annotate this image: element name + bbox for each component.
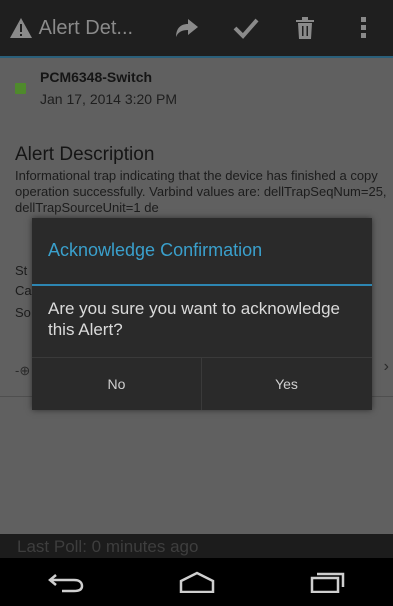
overflow-menu-button[interactable] [334,0,393,56]
no-button[interactable]: No [32,358,201,410]
category-label: Ca [15,283,32,298]
recents-button[interactable] [298,562,358,602]
page-title: Alert Det... [38,16,134,39]
dialog-title-divider [32,284,372,286]
home-button[interactable] [167,562,227,602]
chevron-right-icon[interactable]: › [384,358,389,376]
description-title: Alert Description [15,144,155,165]
warning-icon [8,14,35,42]
acknowledge-button[interactable] [216,0,275,56]
forward-icon [175,19,198,37]
device-row[interactable]: PCM6348-Switch Jan 17, 2014 3:20 PM [0,58,393,122]
check-icon [233,18,259,39]
action-bar: Alert Det... [0,0,393,56]
acknowledge-dialog: Acknowledge Confirmation Are you sure yo… [32,218,372,410]
dialog-title: Acknowledge Confirmation [48,240,263,260]
forward-button[interactable] [157,0,216,56]
home-icon [179,571,214,593]
overflow-menu-icon [360,17,366,38]
last-poll-status: Last Poll: 0 minutes ago [0,534,393,558]
delete-icon [295,17,314,39]
back-button[interactable] [36,562,96,602]
checkbox-icon[interactable] [15,83,26,94]
yes-button[interactable]: Yes [202,358,371,410]
dialog-message: Are you sure you want to acknowledge thi… [48,299,341,339]
status-label: St [15,263,28,278]
back-icon [47,574,83,593]
system-nav-bar [0,558,393,606]
recents-icon [310,572,344,593]
source-label: So [15,305,31,320]
description-text: Informational trap indicating that the d… [15,168,387,215]
delete-button[interactable] [275,0,334,56]
alert-datetime: Jan 17, 2014 3:20 PM [40,91,177,107]
row-left-icon: -⊕ [15,363,31,378]
phone-screen: Alert Det... PCM6348-Switch Jan 17, 2014… [0,0,393,606]
device-name: PCM6348-Switch [40,69,153,85]
